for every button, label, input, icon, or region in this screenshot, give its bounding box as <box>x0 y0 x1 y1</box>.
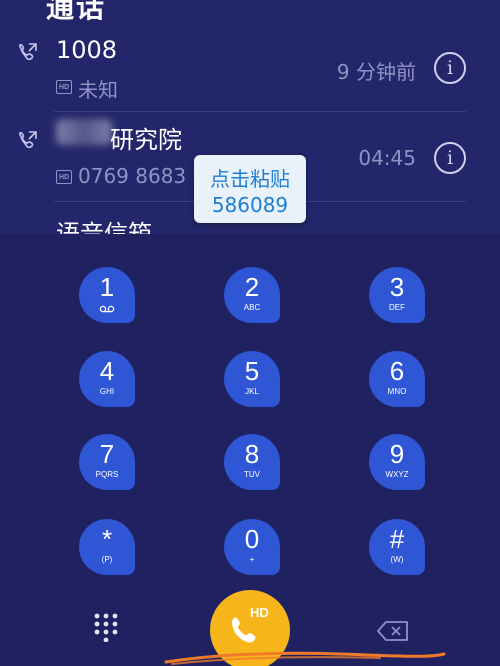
key-letters: ABC <box>243 303 261 312</box>
call-button[interactable] <box>210 590 290 666</box>
info-icon[interactable]: i <box>434 52 466 84</box>
outgoing-call-icon <box>18 131 37 149</box>
key-0[interactable]: 0 + <box>224 519 280 575</box>
key-letters: (W) <box>390 555 404 564</box>
contact-name: 1008 <box>56 36 118 64</box>
key-9[interactable]: 9 WXYZ <box>369 434 425 490</box>
key-letters: GHI <box>99 387 115 396</box>
call-time: 04:45 <box>358 146 416 170</box>
key-digit: # <box>389 524 405 554</box>
key-digit: * <box>101 524 113 554</box>
key-digit: 4 <box>99 356 115 386</box>
hd-badge: HD <box>56 170 72 184</box>
key-digit: 1 <box>99 272 115 302</box>
paste-label: 点击粘贴 <box>210 167 290 191</box>
voicemail-icon <box>99 305 115 313</box>
key-letters: MNO <box>387 387 407 396</box>
key-6[interactable]: 6 MNO <box>369 351 425 407</box>
key-7[interactable]: 7 PQRS <box>79 434 135 490</box>
key-digit: 6 <box>389 356 405 386</box>
key-digit: 3 <box>389 272 405 302</box>
key-hash[interactable]: # (W) <box>369 519 425 575</box>
key-digit: 9 <box>389 439 405 469</box>
hd-badge: HD <box>56 80 72 94</box>
key-digit: 2 <box>244 272 260 302</box>
key-digit: 8 <box>244 439 260 469</box>
key-8[interactable]: 8 TUV <box>224 434 280 490</box>
key-letters: PQRS <box>95 470 119 479</box>
key-1[interactable]: 1 <box>79 267 135 323</box>
call-log-row[interactable]: 1008 HD 未知 9 分钟前 i <box>0 22 500 112</box>
contact-name: 语音信箱 <box>56 220 152 234</box>
key-digit: 0 <box>244 524 260 554</box>
key-4[interactable]: 4 GHI <box>79 351 135 407</box>
paste-tooltip[interactable]: 点击粘贴 586089 <box>194 155 306 223</box>
paste-number: 586089 <box>211 193 289 217</box>
key-digit: 7 <box>99 439 115 469</box>
outgoing-call-icon <box>18 43 37 61</box>
call-number: 0769 8683 6 <box>78 164 206 188</box>
key-letters: JKL <box>245 387 259 396</box>
info-icon[interactable]: i <box>434 142 466 174</box>
key-letters: (P) <box>101 555 113 564</box>
hd-label: HD <box>250 605 269 620</box>
contact-name: 研究院 <box>110 126 182 154</box>
key-letters: WXYZ <box>385 470 409 479</box>
blurred-name <box>56 119 112 145</box>
key-digit: 5 <box>244 356 260 386</box>
call-location: 未知 <box>78 78 118 102</box>
key-2[interactable]: 2 ABC <box>224 267 280 323</box>
key-letters: + <box>249 555 255 564</box>
key-3[interactable]: 3 DEF <box>369 267 425 323</box>
call-time: 9 分钟前 <box>336 60 416 84</box>
key-letters: TUV <box>244 470 260 479</box>
backspace-icon[interactable] <box>376 620 410 642</box>
key-letters: DEF <box>389 303 405 312</box>
dialpad-toggle-icon[interactable] <box>93 612 119 642</box>
key-star[interactable]: * (P) <box>79 519 135 575</box>
key-5[interactable]: 5 JKL <box>224 351 280 407</box>
